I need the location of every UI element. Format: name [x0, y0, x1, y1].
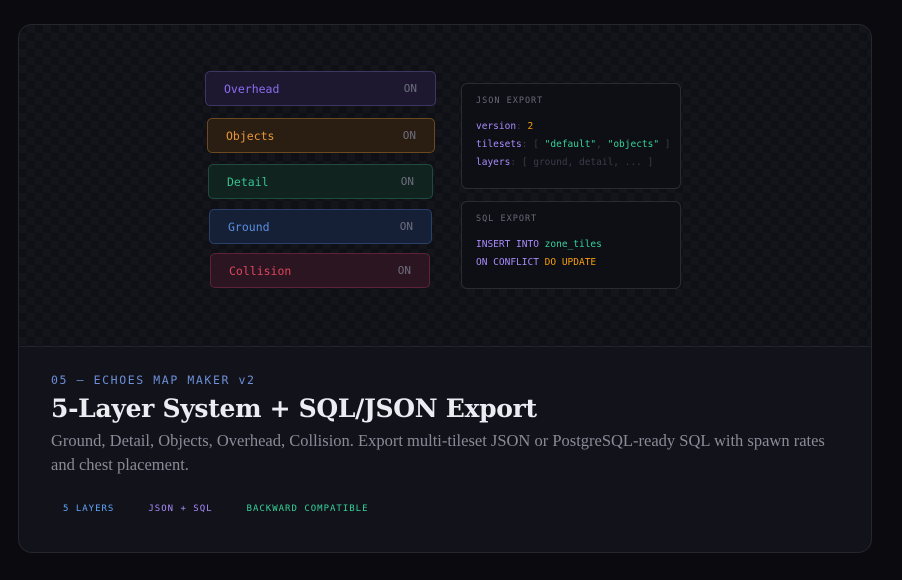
layer-name: Ground — [228, 219, 270, 234]
tag-list: 5 LAYERS JSON + SQL BACKWARD COMPATIBLE — [63, 504, 403, 514]
layer-state: ON — [400, 175, 414, 188]
json-value: [ ground, detail, ... ] — [521, 157, 654, 168]
json-key: version — [476, 121, 517, 132]
sql-export-panel: SQL EXPORT INSERT INTO zone_tiles ON CON… — [461, 201, 681, 289]
layer-objects[interactable]: Objects ON — [207, 118, 435, 153]
tag-json-sql: JSON + SQL — [148, 504, 213, 514]
layer-state: ON — [402, 129, 416, 142]
json-tilesets-line: tilesets: [ "default", "objects" ] — [476, 139, 671, 150]
sql-keyword: ON CONFLICT — [476, 257, 539, 268]
card-title: 5-Layer System + SQL/JSON Export — [51, 394, 537, 423]
tag-compatible: BACKWARD COMPATIBLE — [246, 504, 369, 514]
tag-layers: 5 LAYERS — [63, 504, 115, 514]
layer-name: Objects — [226, 128, 275, 143]
layer-state: ON — [397, 264, 411, 277]
layer-name: Collision — [229, 263, 292, 278]
json-string: "objects" — [607, 139, 660, 150]
layer-detail[interactable]: Detail ON — [208, 164, 433, 199]
eyebrow-label: 05 — ECHOES MAP MAKER v2 — [51, 373, 256, 387]
json-version-line: version: 2 — [476, 121, 534, 132]
info-section: 05 — ECHOES MAP MAKER v2 5-Layer System … — [51, 373, 841, 477]
layer-name: Overhead — [224, 81, 280, 96]
sql-table: zone_tiles — [544, 239, 602, 250]
json-key: tilesets — [476, 139, 522, 150]
json-string: "default" — [544, 139, 597, 150]
json-export-title: JSON EXPORT — [476, 96, 544, 106]
json-layers-line: layers: [ ground, detail, ... ] — [476, 157, 654, 168]
layer-state: ON — [399, 220, 413, 233]
layer-name: Detail — [227, 174, 269, 189]
layer-overhead[interactable]: Overhead ON — [205, 71, 436, 106]
sql-action: DO UPDATE — [544, 257, 597, 268]
layer-state: ON — [403, 82, 417, 95]
layer-ground[interactable]: Ground ON — [209, 209, 432, 244]
card-description: Ground, Detail, Objects, Overhead, Colli… — [51, 431, 825, 474]
sql-conflict-line: ON CONFLICT DO UPDATE — [476, 254, 666, 272]
json-key: layers — [476, 157, 511, 168]
sql-insert-line: INSERT INTO zone_tiles — [476, 236, 666, 254]
feature-card: Overhead ON Objects ON Detail ON Ground … — [18, 24, 872, 553]
sql-export-title: SQL EXPORT — [476, 214, 538, 224]
json-number: 2 — [527, 121, 534, 132]
preview-area: Overhead ON Objects ON Detail ON Ground … — [19, 25, 871, 347]
json-export-panel: JSON EXPORT version: 2 tilesets: [ "defa… — [461, 83, 681, 189]
layer-collision[interactable]: Collision ON — [210, 253, 430, 288]
sql-keyword: INSERT INTO — [476, 239, 539, 250]
